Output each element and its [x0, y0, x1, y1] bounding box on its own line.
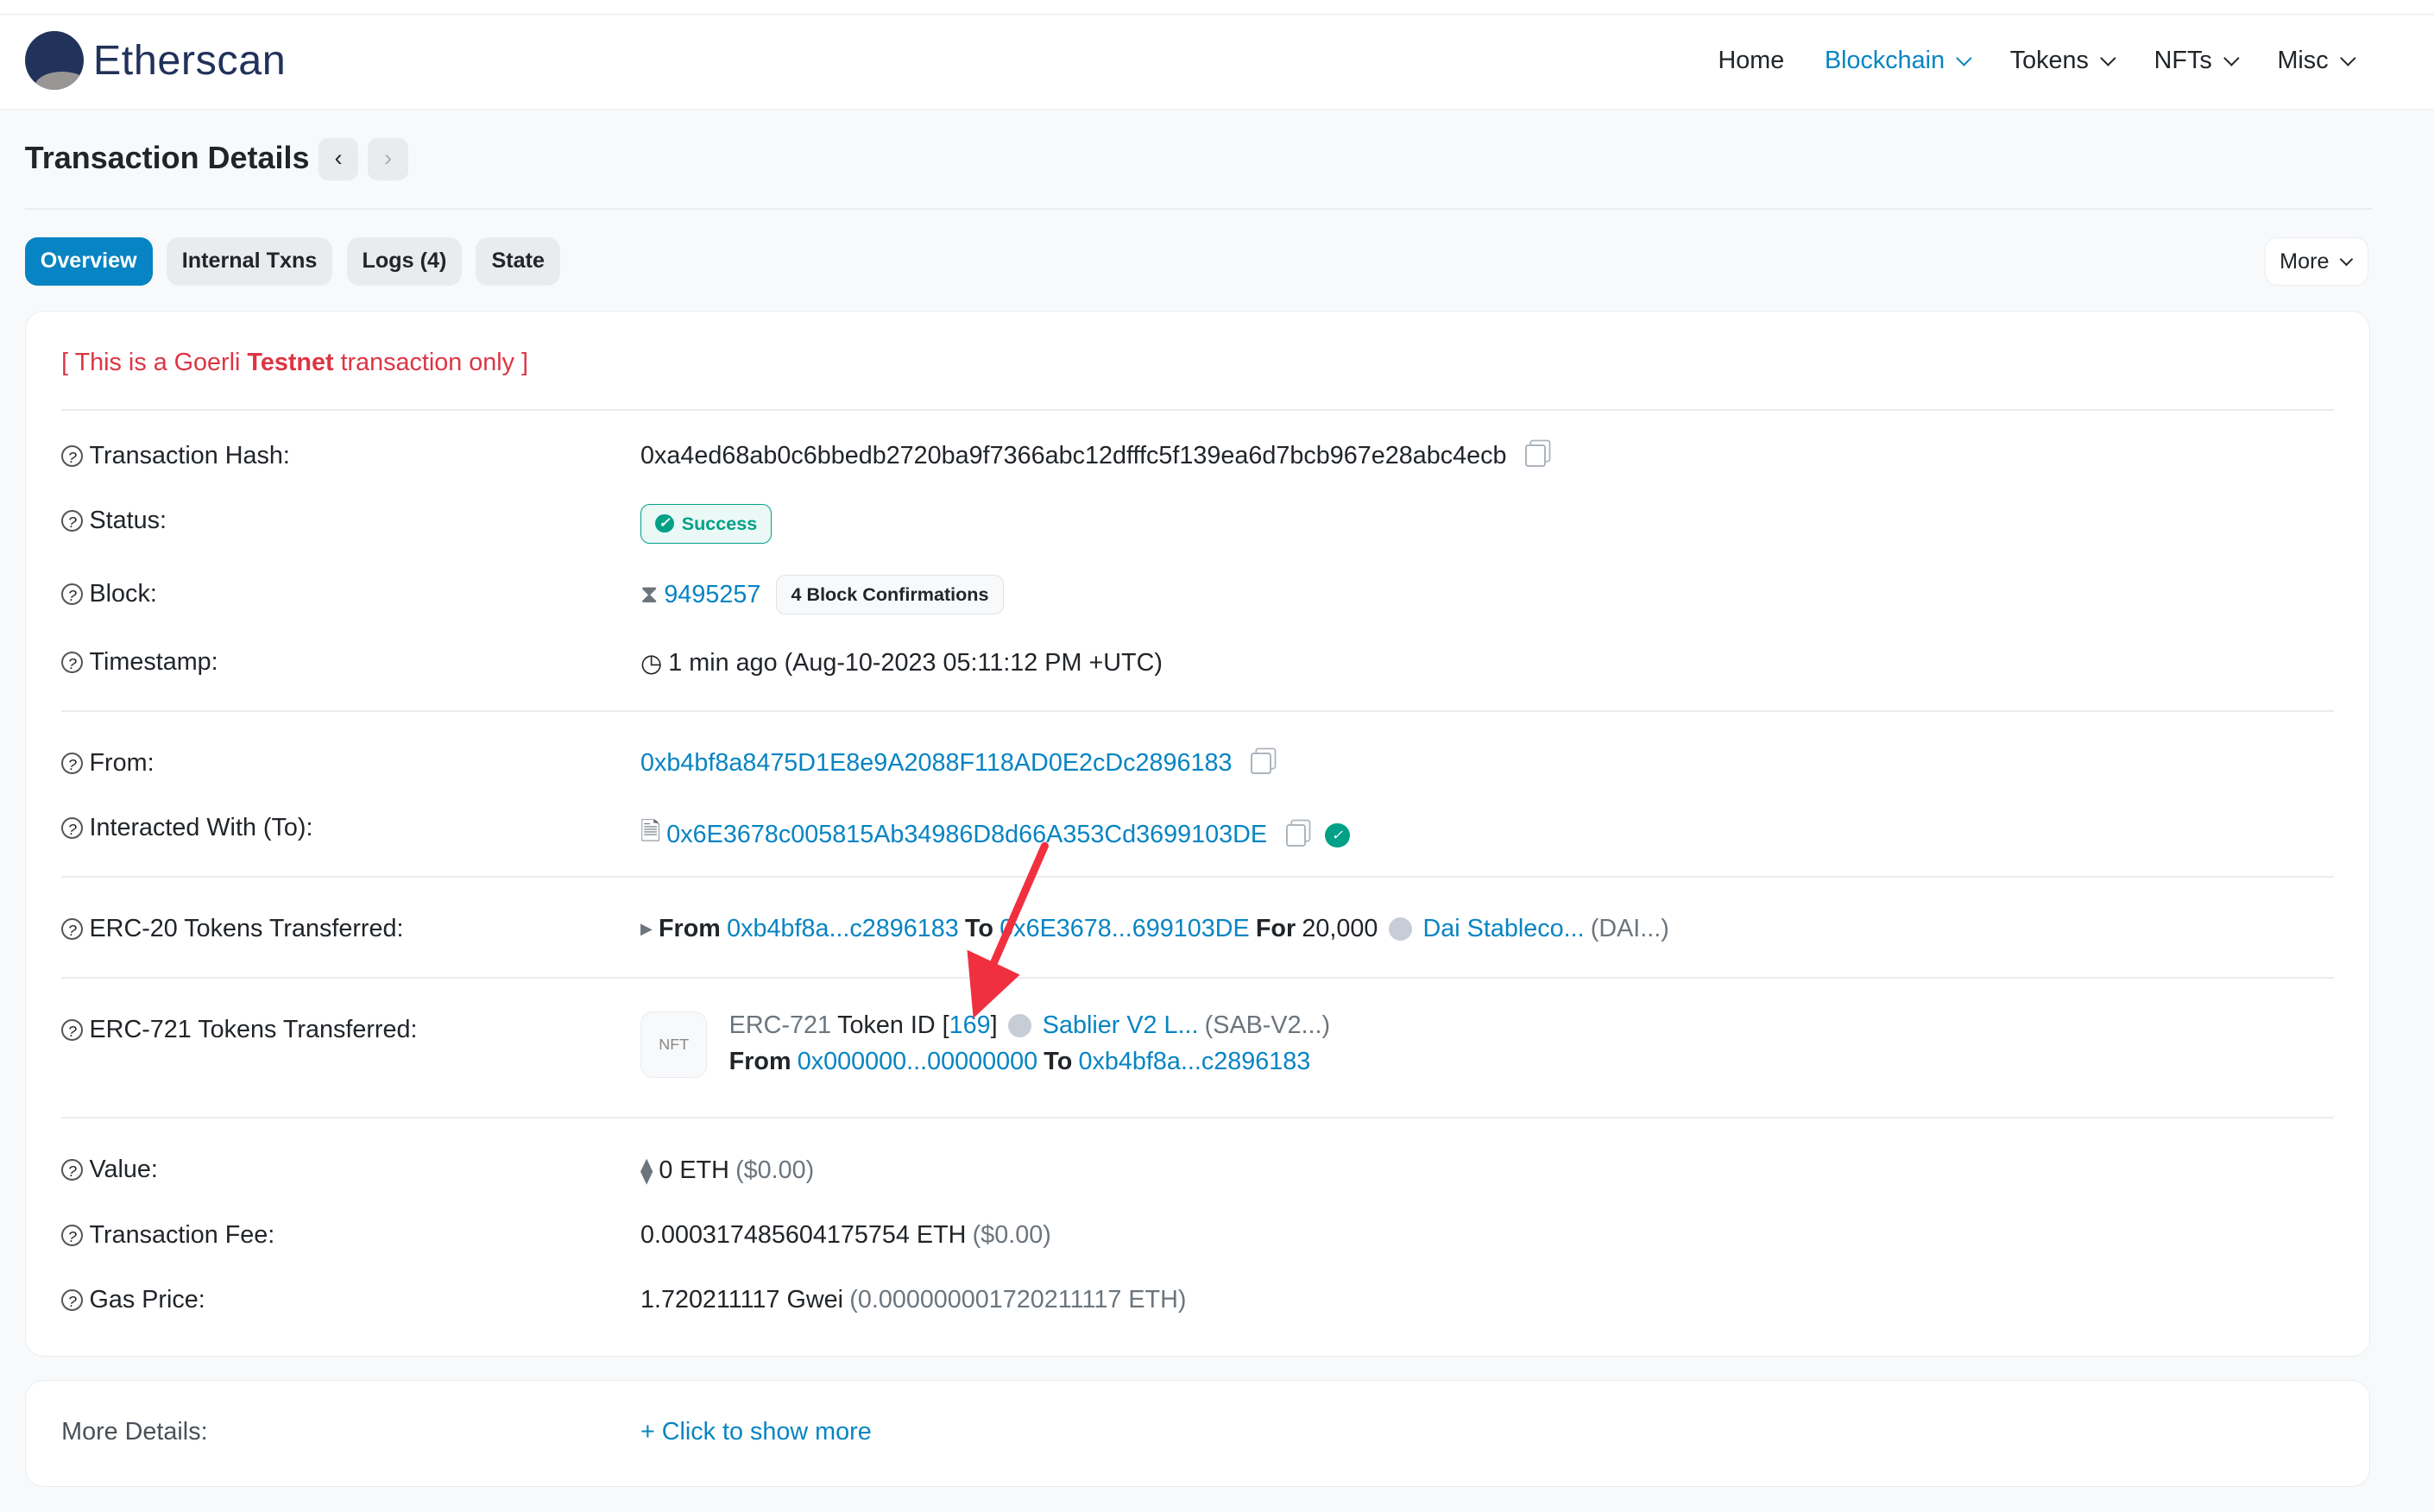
arrow-shaft	[983, 841, 1049, 982]
annotation-arrow	[967, 841, 1049, 1018]
